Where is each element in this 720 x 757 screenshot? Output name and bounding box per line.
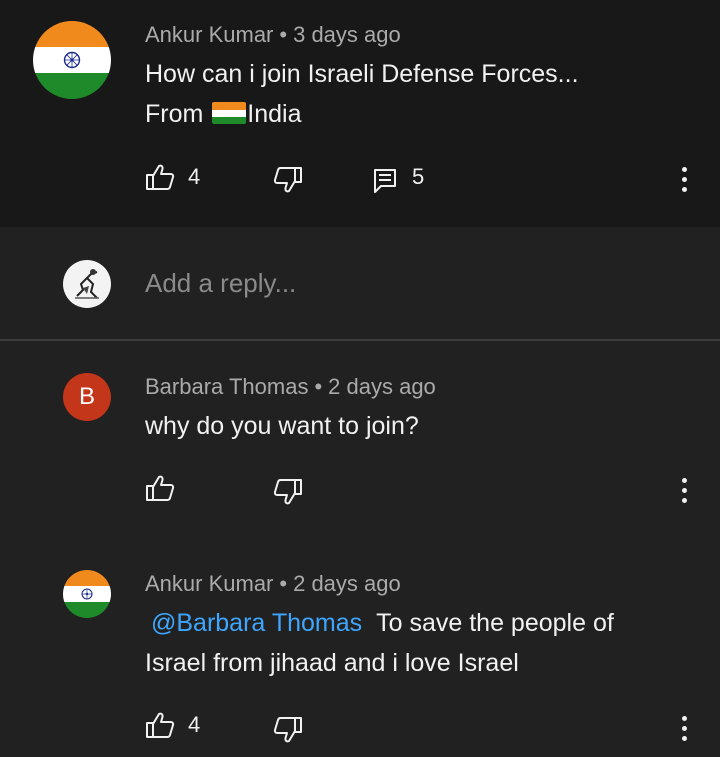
thumbs-up-icon[interactable] (145, 474, 175, 502)
reply-time: 2 days ago (328, 374, 436, 399)
comment-time: 3 days ago (293, 22, 401, 47)
reply-text-line2: Israel from jihaad and i love Israel (145, 649, 519, 677)
india-flag-emoji-icon (212, 102, 247, 125)
more-options-icon[interactable] (680, 167, 688, 195)
india-flag-avatar[interactable] (33, 21, 111, 99)
author-name[interactable]: Barbara Thomas (145, 374, 308, 399)
thumbs-up-icon[interactable] (145, 163, 175, 191)
reply-text-line1: @Barbara Thomas To save the people of (151, 609, 614, 637)
divider (0, 339, 720, 341)
replies-icon[interactable] (373, 168, 397, 194)
thumbs-up-icon[interactable] (145, 711, 175, 739)
author-name[interactable]: Ankur Kumar (145, 22, 273, 47)
like-count: 4 (188, 712, 201, 737)
barbara-avatar[interactable]: B (63, 373, 111, 421)
comment-text-line2: From India (145, 100, 302, 128)
reply-count: 5 (412, 164, 425, 189)
mention-link[interactable]: @Barbara Thomas (151, 609, 362, 637)
sketch-figure-icon (75, 269, 99, 299)
meta-separator: • (279, 571, 288, 596)
thumbs-down-icon[interactable] (273, 166, 303, 194)
comment-text-line1: How can i join Israeli Defense Forces... (145, 60, 579, 88)
reply-text: why do you want to join? (145, 412, 419, 440)
reply-text: @Barbara Thomas To save the people of Isr… (145, 603, 614, 683)
reply-bar (0, 227, 720, 339)
meta-separator: • (279, 22, 288, 47)
user-avatar[interactable] (63, 260, 111, 308)
more-options-icon[interactable] (680, 716, 688, 744)
top-comment: Ankur Kumar • 3 days ago How can i join Is… (0, 0, 720, 227)
ashoka-chakra-icon (81, 588, 93, 600)
like-count: 4 (188, 164, 201, 189)
more-options-icon[interactable] (680, 478, 688, 506)
comment-text: How can i join Israeli Defense Forces...… (145, 54, 579, 134)
ashoka-chakra-icon (63, 51, 81, 69)
reply-meta: Barbara Thomas • 2 days ago (145, 374, 436, 400)
author-name[interactable]: Ankur Kumar (145, 571, 273, 596)
comment-meta: Ankur Kumar • 3 days ago (145, 22, 401, 48)
thumbs-down-icon[interactable] (273, 478, 303, 506)
reply-time: 2 days ago (293, 571, 401, 596)
india-flag-avatar[interactable] (63, 570, 111, 618)
meta-separator: • (314, 374, 323, 399)
reply-meta: Ankur Kumar • 2 days ago (145, 571, 401, 597)
add-reply-input[interactable]: Add a reply... (145, 268, 296, 299)
thumbs-down-icon[interactable] (273, 716, 303, 744)
